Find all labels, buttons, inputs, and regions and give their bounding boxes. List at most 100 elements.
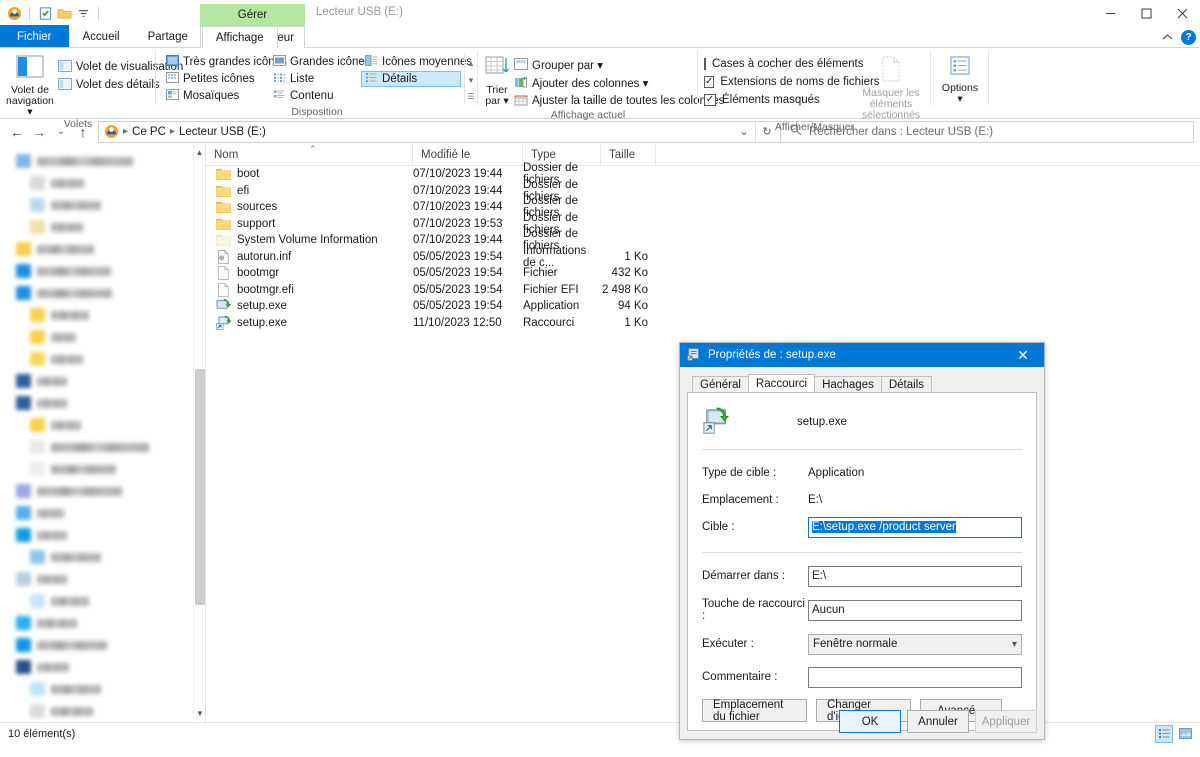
customize-dropdown-icon[interactable] (75, 5, 91, 21)
chevron-down-icon[interactable]: ▾ (1012, 639, 1017, 650)
options-button[interactable]: Options ▾ (937, 51, 983, 105)
nav-tree-item[interactable] (0, 326, 205, 348)
navigation-pane[interactable]: ▲ ▼ (0, 144, 205, 722)
nav-tree-item[interactable] (0, 502, 205, 524)
nav-tree-item[interactable] (0, 524, 205, 546)
nav-tree-item[interactable] (0, 612, 205, 634)
column-header-nom[interactable]: Nom ⌃ (206, 143, 413, 166)
nav-tree-item[interactable] (0, 590, 205, 612)
cancel-button[interactable]: Annuler (907, 710, 969, 733)
properties-dialog[interactable]: Propriétés de : setup.exe ✕ Général Racc… (679, 342, 1045, 740)
close-button[interactable] (1164, 0, 1200, 26)
layout-large-icons[interactable]: Grandes icônes (269, 54, 371, 70)
file-row[interactable]: support 07/10/2023 19:53 Dossier de fichie… (206, 212, 1200, 236)
file-row[interactable]: bootmgr.efi 05/05/2023 19:54 Fichier EFI 2 … (206, 282, 1200, 299)
gallery-scroll-up-icon[interactable]: ▲ (465, 56, 477, 71)
nav-scroll-up-icon[interactable]: ▲ (194, 144, 205, 161)
file-row[interactable]: boot 07/10/2023 19:44 Dossier de fichiers (206, 162, 1200, 186)
maximize-button[interactable] (1128, 0, 1164, 26)
help-icon[interactable]: ? (1181, 30, 1196, 45)
nav-tree-item[interactable] (0, 172, 205, 194)
layout-list[interactable]: Liste (269, 71, 361, 87)
layout-content[interactable]: Contenu (269, 88, 361, 104)
nav-tree-item[interactable] (0, 436, 205, 458)
nav-tree-item[interactable] (0, 370, 205, 392)
dialog-tab-hachages[interactable]: Hachages (814, 376, 882, 392)
layout-extra-large-icons[interactable]: Très grandes icônes (162, 54, 287, 70)
group-by-button[interactable]: Grouper par ▾ (510, 57, 728, 73)
column-header-modifi-le[interactable]: Modifié le (413, 143, 523, 166)
breadcrumb-item-lecteur-usb[interactable]: Lecteur USB (E:) (176, 122, 269, 142)
nav-tree-item[interactable] (0, 546, 205, 568)
nav-tree-item[interactable] (0, 458, 205, 480)
dialog-close-button[interactable]: ✕ (1002, 343, 1044, 367)
nav-tree-item[interactable] (0, 414, 205, 436)
shortcut-key-input[interactable]: Aucun (808, 599, 1022, 621)
nav-tree-item[interactable] (0, 282, 205, 304)
breadcrumb[interactable]: ▸ Ce PC ▸ Lecteur USB (E:) ⌄ ↻ (98, 120, 781, 143)
nav-tree-item[interactable] (0, 568, 205, 590)
details-view-button[interactable] (1155, 724, 1173, 743)
file-row[interactable]: setup.exe 11/10/2023 12:50 Raccourci 1 Ko (206, 315, 1200, 332)
nav-tree-item[interactable] (0, 656, 205, 678)
nav-tree-item[interactable] (0, 700, 205, 722)
minimize-button[interactable] (1092, 0, 1128, 26)
hidden-items-toggle[interactable]: ✓ Éléments masqués (704, 91, 851, 108)
column-header-type[interactable]: Type (523, 143, 601, 166)
dialog-tab-raccourci[interactable]: Raccourci (747, 374, 816, 392)
file-rows[interactable]: boot 07/10/2023 19:44 Dossier de fichiers e… (206, 162, 1200, 332)
apply-button[interactable]: Appliquer (975, 710, 1037, 733)
gallery-scroll-down-icon[interactable]: ▼ (465, 73, 477, 88)
tab-affichage[interactable]: Affichage (201, 26, 278, 48)
collapse-ribbon-icon[interactable] (1162, 33, 1173, 43)
nav-tree-item[interactable] (0, 678, 205, 700)
thumbnails-view-button[interactable] (1176, 725, 1194, 743)
tab-partage[interactable]: Partage (134, 25, 202, 47)
file-extensions-checkbox[interactable]: ✓ (704, 75, 715, 88)
column-header-taille[interactable]: Taille (601, 143, 656, 166)
layout-medium-icons[interactable]: Icônes moyennes (361, 54, 472, 70)
properties-icon[interactable] (37, 5, 53, 21)
file-row[interactable]: efi 07/10/2023 19:44 Dossier de fichiers (206, 179, 1200, 203)
dialog-tab-general[interactable]: Général (692, 376, 749, 392)
navigation-pane-button[interactable]: Volet de navigation ▾ (6, 51, 54, 118)
tab-accueil[interactable]: Accueil (69, 25, 134, 47)
file-row[interactable]: setup.exe 05/05/2023 19:54 Application 94 K… (206, 298, 1200, 315)
target-input[interactable]: E:\setup.exe /product server (808, 516, 1022, 538)
add-columns-button[interactable]: Ajouter des colonnes ▾ (510, 75, 728, 91)
nav-tree-item[interactable] (0, 480, 205, 502)
file-name-extensions-toggle[interactable]: ✓ Extensions de noms de fichiers (704, 73, 880, 90)
nav-tree-item[interactable] (0, 304, 205, 326)
file-row[interactable]: System Volume Information 07/10/2023 19:4… (206, 228, 1200, 252)
navigation-tree[interactable] (0, 144, 205, 722)
gallery-expand-icon[interactable]: ☰ (465, 89, 477, 104)
gallery-scrollbar[interactable]: ▲ ▼ ☰ (464, 54, 477, 104)
file-row[interactable]: bootmgr 05/05/2023 19:54 Fichier 432 Ko (206, 265, 1200, 282)
dialog-tab-details[interactable]: Détails (880, 376, 933, 392)
layout-details[interactable]: Détails (361, 71, 461, 87)
item-checkboxes-checkbox[interactable] (704, 57, 706, 70)
nav-tree-item[interactable] (0, 392, 205, 414)
sort-by-button[interactable]: Trier par ▾ (484, 51, 510, 107)
nav-pane-scrollbar[interactable]: ▲ ▼ (193, 144, 205, 722)
explorer-icon[interactable] (6, 5, 22, 21)
open-file-location-button[interactable]: Emplacement du fichier (702, 699, 807, 723)
file-row[interactable]: autorun.inf 05/05/2023 19:54 Informations … (206, 245, 1200, 269)
run-select[interactable]: Fenêtre normale ▾ (808, 633, 1022, 655)
size-all-columns-button[interactable]: Ajuster la taille de toutes les colonnes (510, 93, 728, 109)
ok-button[interactable]: OK (839, 710, 901, 733)
layout-small-icons[interactable]: Petites icônes (162, 71, 269, 87)
nav-scroll-thumb[interactable] (195, 369, 205, 605)
nav-tree-item[interactable] (0, 260, 205, 282)
tab-fichier[interactable]: Fichier (0, 25, 69, 47)
item-checkboxes-toggle[interactable]: Cases à cocher des éléments (704, 55, 864, 72)
file-row[interactable]: sources 07/10/2023 19:44 Dossier de fichie… (206, 195, 1200, 219)
nav-tree-item[interactable] (0, 348, 205, 370)
nav-tree-item[interactable] (0, 194, 205, 216)
layout-tiles[interactable]: Mosaïques (162, 88, 269, 104)
nav-scroll-down-icon[interactable]: ▼ (194, 705, 205, 722)
start-in-input[interactable]: E:\ (808, 565, 1022, 587)
comment-input[interactable] (808, 666, 1022, 688)
nav-tree-item[interactable] (0, 150, 205, 172)
nav-tree-item[interactable] (0, 216, 205, 238)
